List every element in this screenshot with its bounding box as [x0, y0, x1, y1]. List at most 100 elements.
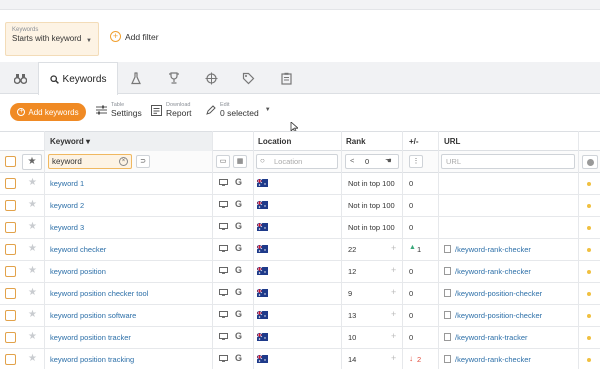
table-row: ★ keyword position G 12 +0/keyword-rank-chec… [0, 261, 600, 283]
change-column-header[interactable]: +/- [409, 137, 419, 146]
rank-filter[interactable]: < 0 ☚ [345, 154, 399, 169]
keyword-column-header[interactable]: Keyword ▾ [44, 132, 212, 151]
google-icon: G [235, 177, 243, 187]
chevron-down-icon: ▼ [86, 38, 92, 44]
url-link[interactable]: /keyword-rank-checker [455, 245, 531, 254]
australia-flag-icon [257, 333, 268, 341]
url-link[interactable]: /keyword-rank-checker [455, 267, 531, 276]
tab-notes[interactable] [278, 70, 294, 86]
hand-pointer-icon[interactable]: ☚ [385, 156, 392, 165]
keyword-link[interactable]: keyword position [50, 267, 106, 276]
rank-value: Not in top 100 [348, 179, 395, 188]
star-icon[interactable]: ★ [28, 199, 37, 210]
url-link[interactable]: /keyword-rank-tracker [455, 333, 528, 342]
status-dot [587, 204, 591, 208]
tab-trophy[interactable] [166, 70, 182, 86]
keyword-link[interactable]: keyword position tracker [50, 333, 131, 342]
url-link[interactable]: /keyword-position-checker [455, 289, 542, 298]
page-icon [444, 355, 451, 363]
binoculars-icon [13, 73, 27, 84]
select-all-checkbox[interactable] [5, 156, 16, 167]
status-filter-button[interactable] [582, 155, 598, 169]
download-report-button[interactable]: Download Report [151, 102, 192, 118]
row-checkbox[interactable] [5, 178, 16, 189]
google-icon: G [235, 199, 243, 209]
star-icon[interactable]: ★ [28, 221, 37, 232]
add-filter-button[interactable]: + Add filter [110, 31, 159, 42]
table-settings-button[interactable]: Table Settings [96, 102, 142, 118]
star-icon[interactable]: ★ [28, 309, 37, 320]
change-filter-button[interactable]: ⋮ [409, 155, 423, 168]
keyword-link[interactable]: keyword position software [50, 311, 136, 320]
url-link[interactable]: /keyword-position-checker [455, 311, 542, 320]
star-filter-button[interactable]: ★ [22, 154, 42, 170]
desktop-icon [219, 355, 228, 362]
url-column-header[interactable]: URL [444, 137, 460, 146]
row-checkbox[interactable] [5, 310, 16, 321]
star-icon[interactable]: ★ [28, 265, 37, 276]
keyword-link[interactable]: keyword checker [50, 245, 106, 254]
keyword-link[interactable]: keyword 3 [50, 223, 84, 232]
url-link[interactable]: /keyword-rank-checker [455, 355, 531, 364]
add-keywords-button[interactable]: + Add keywords [10, 103, 86, 121]
row-checkbox[interactable] [5, 266, 16, 277]
row-checkbox[interactable] [5, 244, 16, 255]
plus-icon[interactable]: + [391, 353, 396, 363]
row-checkbox[interactable] [5, 354, 16, 365]
less-than-icon[interactable]: < [350, 156, 354, 165]
clear-icon[interactable]: × [119, 157, 128, 166]
row-checkbox[interactable] [5, 288, 16, 299]
status-dot [587, 226, 591, 230]
keyword-link[interactable]: keyword 1 [50, 179, 84, 188]
plus-icon[interactable]: + [391, 243, 396, 253]
star-icon[interactable]: ★ [28, 353, 37, 364]
star-icon[interactable]: ★ [28, 177, 37, 188]
tab-tags[interactable] [240, 70, 256, 86]
arrow-up-icon: ▲ [409, 244, 416, 251]
google-icon: G [235, 221, 243, 231]
page-icon [444, 245, 451, 253]
status-dot [587, 182, 591, 186]
table-header: Keyword ▾ Location Rank +/- URL [0, 131, 600, 151]
top-band [0, 0, 600, 10]
keyword-link[interactable]: keyword position checker tool [50, 289, 148, 298]
url-filter-input[interactable]: URL [441, 154, 575, 169]
tab-target[interactable] [203, 70, 219, 86]
keyword-filter-dropdown[interactable]: Keywords Starts with keyword ▼ [5, 22, 99, 56]
engine-filter-button[interactable]: ▦ [233, 155, 247, 168]
edit-selected-dropdown[interactable]: Edit 0 selected ▼ [206, 102, 271, 118]
keyword-link[interactable]: keyword position tracking [50, 355, 134, 364]
star-icon[interactable]: ★ [28, 243, 37, 254]
toolbar: + Add keywords Table Settings Download R… [0, 94, 600, 130]
location-column-header[interactable]: Location [258, 137, 291, 146]
star-icon[interactable]: ★ [28, 287, 37, 298]
tab-binoculars[interactable] [12, 70, 28, 86]
table-row: ★ keyword position tracker G 10 +0/keyword-r… [0, 327, 600, 349]
plus-icon[interactable]: + [391, 309, 396, 319]
clipboard-icon [280, 72, 292, 85]
rank-column-header[interactable]: Rank [346, 137, 366, 146]
tab-lab[interactable] [128, 70, 144, 86]
edit-selected-label: 0 selected [220, 108, 259, 118]
star-icon[interactable]: ★ [28, 331, 37, 342]
tab-keywords[interactable]: Keywords [38, 62, 118, 95]
plus-icon[interactable]: + [391, 287, 396, 297]
desktop-icon [219, 267, 228, 274]
tag-filter-button[interactable]: ⊃ [136, 155, 150, 168]
row-checkbox[interactable] [5, 200, 16, 211]
crosshair-icon [205, 72, 217, 84]
keyword-filter-value: keyword [52, 157, 82, 166]
row-checkbox[interactable] [5, 332, 16, 343]
table-row: ★ keyword position checker tool G 9 +0/keywo… [0, 283, 600, 305]
plus-icon[interactable]: + [391, 265, 396, 275]
keyword-link[interactable]: keyword 2 [50, 201, 84, 210]
rank-value: 10 [348, 333, 357, 342]
desktop-icon [219, 201, 228, 208]
row-checkbox[interactable] [5, 222, 16, 233]
location-filter-input[interactable]: Location [256, 154, 338, 169]
device-filter-button[interactable]: ▭ [216, 155, 230, 168]
status-dot [587, 358, 591, 362]
change-value: 0 [409, 311, 414, 320]
plus-icon[interactable]: + [391, 331, 396, 341]
keyword-filter-input[interactable]: keyword × [48, 154, 132, 169]
